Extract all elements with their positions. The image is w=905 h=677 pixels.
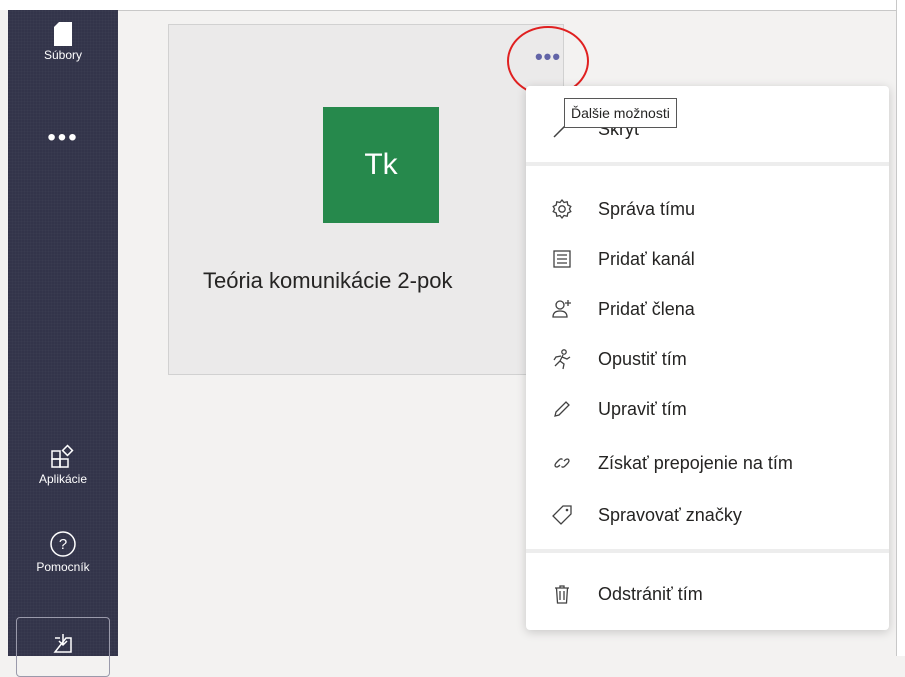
rail-item-apps[interactable]: Aplikácie [8, 444, 118, 486]
menu-item-manage-team[interactable]: Správa tímu [526, 184, 889, 234]
help-icon: ? [50, 531, 76, 557]
rail-item-help[interactable]: ? Pomocník [8, 530, 118, 574]
rail-item-help-label: Pomocník [36, 560, 90, 574]
menu-item-delete-team[interactable]: Odstrániť tím [526, 569, 889, 619]
menu-item-add-member[interactable]: Pridať člena [526, 284, 889, 334]
rail-more-apps[interactable]: ••• [8, 126, 118, 150]
menu-item-label: Získať prepojenie na tím [598, 452, 793, 473]
menu-item-leave-team[interactable]: Opustiť tím [526, 334, 889, 384]
rail-item-files-label: Súbory [43, 48, 83, 62]
trash-icon [550, 582, 574, 606]
add-member-icon [550, 297, 574, 321]
team-name: Teória komunikácie 2-pok [203, 268, 453, 293]
team-avatar: Tk [323, 107, 439, 223]
svg-text:?: ? [59, 536, 67, 553]
window-top-edge [0, 0, 905, 10]
menu-item-label: Odstrániť tím [598, 583, 703, 604]
leave-icon [550, 347, 574, 371]
menu-item-label: Upraviť tím [598, 398, 687, 419]
download-app-button[interactable] [16, 617, 110, 677]
channel-icon [550, 247, 574, 271]
apps-icon [51, 444, 74, 468]
menu-item-label: Opustiť tím [598, 348, 687, 369]
menu-item-edit-team[interactable]: Upraviť tím [526, 384, 889, 434]
menu-item-label: Pridať člena [598, 298, 695, 319]
menu-divider [526, 162, 889, 166]
team-card[interactable]: Tk Teória komunikácie 2-pok [168, 24, 564, 375]
menu-item-label: Správa tímu [598, 198, 696, 219]
window-right-edge [896, 0, 905, 656]
more-options-tooltip: Ďalšie možnosti [564, 98, 677, 128]
pencil-icon [550, 397, 574, 421]
menu-item-manage-tags[interactable]: Spravovať značky [526, 490, 889, 540]
menu-item-label: Pridať kanál [598, 248, 695, 269]
menu-divider [526, 549, 889, 553]
header-divider [118, 10, 897, 11]
more-options-label: ••• [534, 44, 562, 69]
team-context-menu: Skryť Správa tímu Pridať kanál Pridať čl… [526, 86, 889, 630]
link-icon [550, 451, 574, 475]
rail-item-apps-label: Aplikácie [38, 472, 88, 486]
gear-icon [550, 197, 574, 221]
file-icon [54, 22, 72, 46]
app-rail: Súbory ••• Aplikácie ? Pomocník [8, 10, 118, 677]
menu-item-get-link[interactable]: Získať prepojenie na tím [526, 438, 889, 488]
menu-item-label: Spravovať značky [598, 504, 742, 525]
download-icon [53, 634, 72, 653]
rail-item-files[interactable]: Súbory [8, 22, 118, 62]
tag-icon [550, 503, 574, 527]
menu-item-add-channel[interactable]: Pridať kanál [526, 234, 889, 284]
